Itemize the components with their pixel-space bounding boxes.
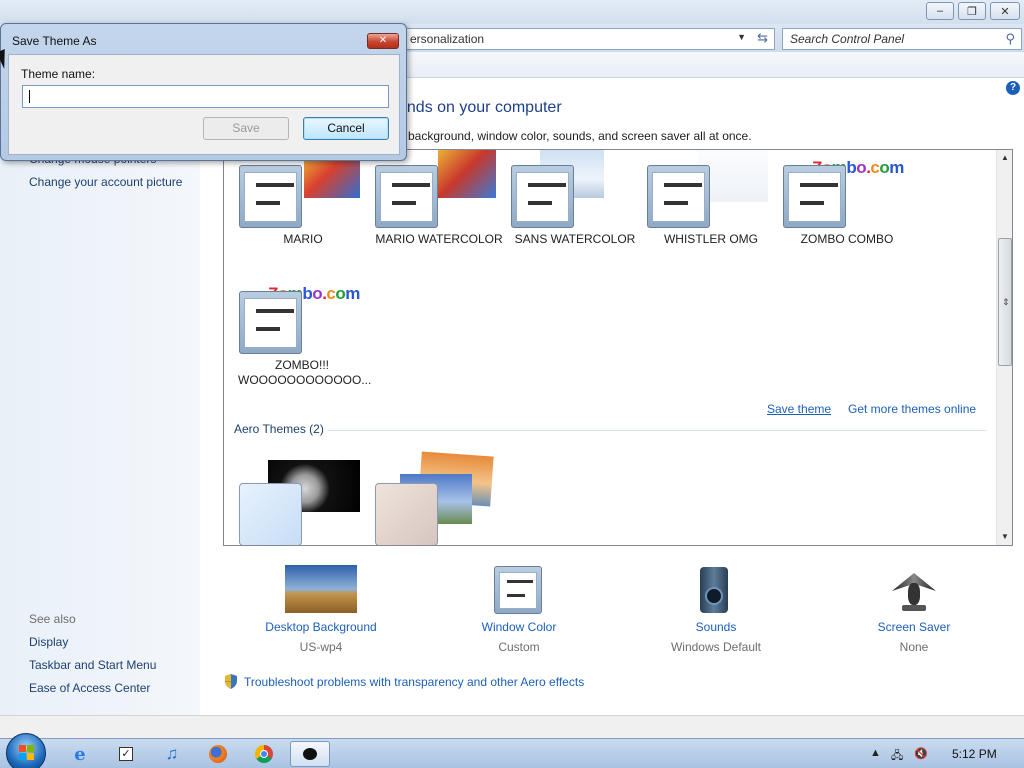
change-account-picture-link[interactable]: Change your account picture [29,175,182,189]
screen-saver-icon [892,567,936,613]
sounds-setting[interactable]: Sounds Windows Default [656,565,776,657]
taskbar-itunes[interactable]: ♫ [152,741,192,767]
window-color-icon [375,165,438,228]
desktop-background-label[interactable]: Desktop Background [261,620,381,634]
screen-saver-setting[interactable]: Screen Saver None [854,565,974,657]
taskbar-active-app[interactable] [290,741,330,767]
taskbar: e ✓ ♫ ▲ 🖧 🔇 5:12 PM [0,733,1024,768]
window-titlebar: – ❐ ✕ [0,0,1024,24]
theme-label: MARIO [283,232,323,246]
theme-name-input[interactable] [22,85,389,108]
window-color-setting[interactable]: Window Color Custom [459,565,579,657]
search-input[interactable]: Search Control Panel [790,32,904,46]
window-color-icon [494,566,542,614]
theme-list-scrollbar[interactable]: ▲ ⇕ ▼ [996,150,1012,545]
see-also-heading: See also [29,612,76,626]
theme-label: WHISTLER OMG [663,232,758,246]
window-color-value: Custom [498,640,540,654]
firefox-icon [209,745,227,763]
grip-icon: ⇕ [1002,297,1010,307]
theme-zombo-combo[interactable]: ZOMBO COMBO [768,150,908,270]
dialog-close-button[interactable]: ✕ [367,33,399,49]
get-more-themes-link[interactable]: Get more themes online [848,402,976,416]
sounds-value: Windows Default [670,640,762,654]
status-bar [0,715,1024,738]
text-caret [29,90,30,103]
chevron-down-icon[interactable]: ▼ [737,32,746,42]
theme-label: ZOMBO COMBO [800,232,894,246]
task-icon: ✓ [119,747,133,761]
window-color-icon [239,165,302,228]
theme-name-label: Theme name: [21,67,96,81]
search-box[interactable]: Search Control Panel ⚲ [782,28,1022,50]
shield-icon [225,674,237,689]
refresh-icon[interactable]: ⇆ [757,30,768,46]
theme-mario[interactable]: MARIO [224,150,364,270]
theme-label: ZOMBO!!! WOOOOOOOOOOOO... [238,358,372,387]
window-color-icon [239,291,302,354]
speaker-icon [700,567,728,613]
screen-saver-value: None [899,640,929,654]
volume-muted-icon[interactable]: 🔇 [914,747,928,760]
window-color-icon [511,165,574,228]
taskbar-tasks[interactable]: ✓ [106,741,146,767]
page-description: p background, window color, sounds, and … [398,129,752,143]
chrome-icon [255,745,273,763]
active-app-icon [303,748,317,760]
start-button[interactable] [6,733,46,768]
theme-label: SANS WATERCOLOR [514,232,636,246]
internet-explorer-icon: e [74,743,86,765]
clock[interactable]: 5:12 PM [952,747,997,761]
display-link[interactable]: Display [29,635,68,649]
itunes-icon: ♫ [165,744,179,763]
minimize-button[interactable]: – [926,2,954,20]
screen-saver-label[interactable]: Screen Saver [854,620,974,634]
close-window-button[interactable]: ✕ [990,2,1020,20]
left-task-pane: Change mouse pointers Change your accoun… [0,78,200,715]
dialog-body: Theme name: Save Cancel [8,54,400,155]
save-theme-dialog: Save Theme As ✕ Theme name: Save Cancel [0,23,407,161]
theme-sans-watercolor[interactable]: SANS WATERCOLOR [496,150,636,270]
breadcrumb[interactable]: ersonalization [410,32,484,46]
aero-theme-glass[interactable] [375,483,438,545]
theme-label: MARIO WATERCOLOR [375,232,503,246]
window-color-label[interactable]: Window Color [459,620,579,634]
show-hidden-icons[interactable]: ▲ [870,747,881,759]
scroll-thumb[interactable]: ⇕ [998,238,1012,366]
aero-themes-heading: Aero Themes (2) [234,422,324,436]
theme-whistler-omg[interactable]: WHISTLER OMG [632,150,772,270]
network-icon[interactable]: 🖧 [891,747,903,766]
cancel-button[interactable]: Cancel [303,117,389,140]
save-button[interactable]: Save [203,117,289,140]
aero-theme-glass[interactable] [239,483,302,545]
theme-list: Zombo.com Zombo.com MARIO MARIO WATERCOL… [223,149,1013,546]
taskbar-start-menu-link[interactable]: Taskbar and Start Menu [29,658,156,672]
scroll-up-icon[interactable]: ▲ [997,150,1012,166]
help-icon[interactable]: ? [1006,81,1020,95]
theme-mario-watercolor[interactable]: MARIO WATERCOLOR [360,150,503,270]
window-color-icon [647,165,710,228]
sounds-label[interactable]: Sounds [656,620,776,634]
taskbar-chrome[interactable] [244,741,284,767]
window-color-icon [783,165,846,228]
taskbar-ie[interactable]: e [60,741,100,767]
address-bar[interactable]: ersonalization ▼ ⇆ [395,28,775,50]
theme-zombo[interactable]: ZOMBO!!! WOOOOOOOOOOOO... [224,276,371,396]
taskbar-firefox[interactable] [198,741,238,767]
ease-of-access-link[interactable]: Ease of Access Center [29,681,150,695]
scroll-down-icon[interactable]: ▼ [997,529,1012,545]
windows-logo-icon [19,745,34,760]
save-theme-link[interactable]: Save theme [767,402,831,416]
section-divider [328,430,986,431]
desktop-background-setting[interactable]: Desktop Background US-wp4 [261,565,381,657]
close-icon: ✕ [378,35,388,46]
troubleshoot-link[interactable]: Troubleshoot problems with transparency … [244,675,584,689]
search-icon[interactable]: ⚲ [1005,31,1015,47]
page-title: unds on your computer [398,99,562,116]
dialog-title: Save Theme As [12,34,97,48]
restore-button[interactable]: ❐ [958,2,986,20]
desktop-background-value: US-wp4 [299,640,343,654]
landscape-icon [285,565,357,613]
